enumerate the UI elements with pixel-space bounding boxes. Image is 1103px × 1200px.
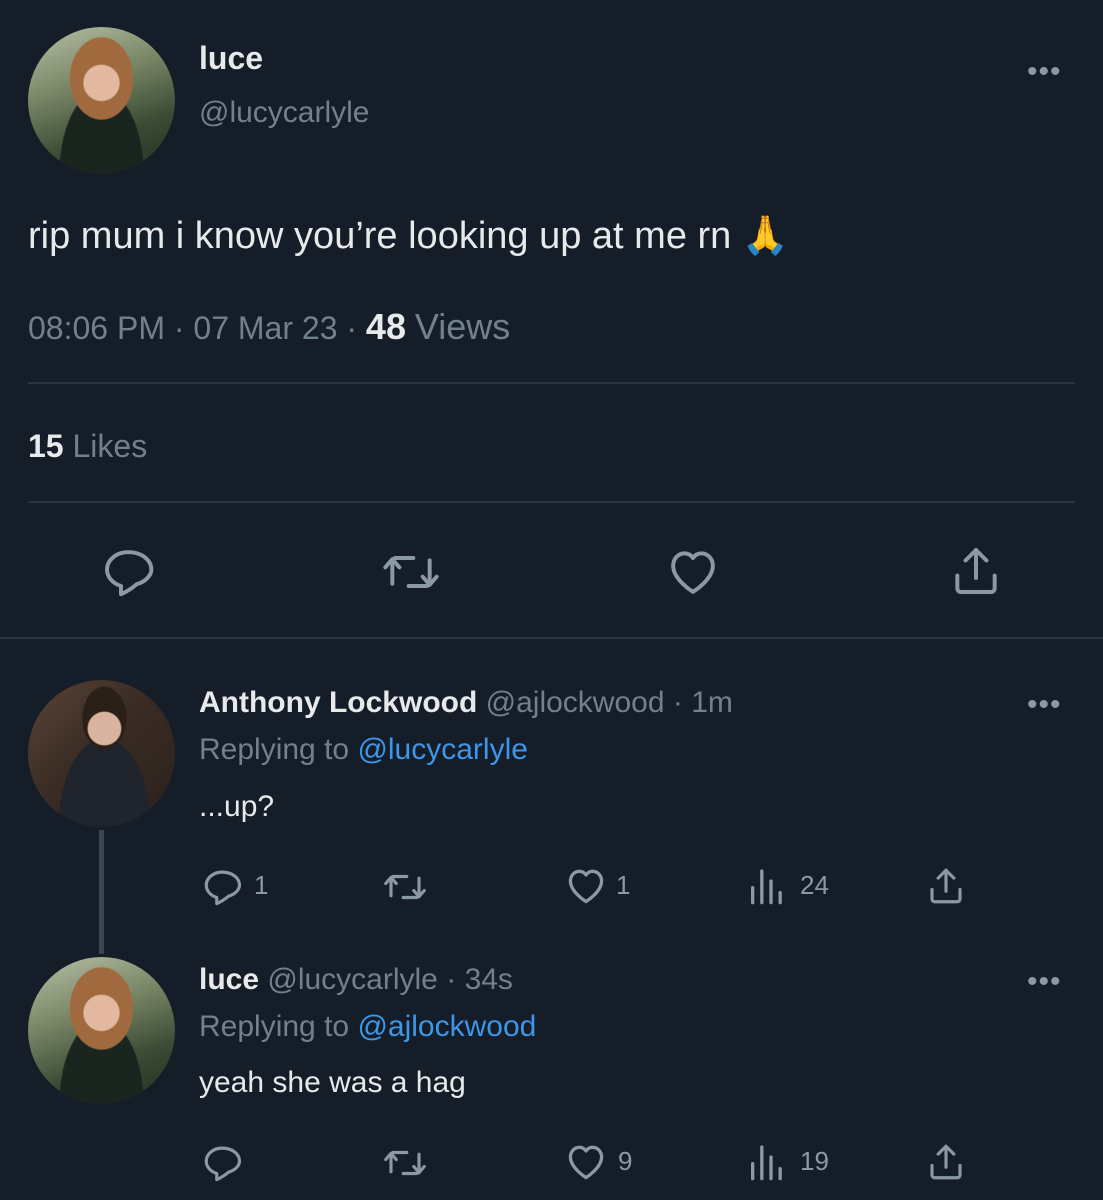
more-options-button[interactable]: ••• [1027, 690, 1062, 720]
more-options-button[interactable]: ••• [1027, 967, 1062, 997]
likes-label: Likes [72, 428, 148, 464]
author-avatar[interactable] [28, 27, 175, 174]
replying-to-label: Replying to [199, 1010, 350, 1043]
section-divider [0, 637, 1103, 639]
share-icon[interactable] [925, 1140, 967, 1184]
reply-icon[interactable] [201, 1142, 243, 1184]
pray-emoji: 🙏 [741, 215, 790, 257]
meta-separator: · [173, 310, 185, 346]
tweet-text-body: rip mum i know you’re looking up at me r… [28, 215, 732, 257]
tweet-time[interactable]: 08:06 PM [28, 310, 165, 346]
reply-count: 1 [254, 870, 269, 900]
reply-avatar[interactable] [28, 957, 175, 1104]
likes-count: 15 [28, 428, 64, 464]
reply-header: luce @lucycarlyle · 34s [199, 963, 513, 997]
reply-display-name[interactable]: Anthony Lockwood [199, 686, 477, 719]
thread-line [99, 830, 104, 954]
views-icon[interactable] [746, 1142, 786, 1182]
replying-to-label: Replying to [199, 733, 350, 766]
likes-stat[interactable]: 15 Likes [28, 428, 147, 465]
replying-to: Replying to @ajlockwood [199, 1010, 536, 1044]
reply-handle[interactable]: @lucycarlyle [267, 963, 438, 996]
replying-to-handle[interactable]: @ajlockwood [357, 1010, 536, 1043]
meta-separator: · [446, 963, 457, 996]
divider [28, 382, 1075, 384]
author-handle[interactable]: @lucycarlyle [199, 96, 370, 130]
divider [28, 501, 1075, 503]
meta-separator: · [672, 686, 683, 719]
replying-to: Replying to @lucycarlyle [199, 733, 528, 767]
views-label[interactable]: Views [415, 306, 510, 347]
views-count[interactable]: 48 [366, 306, 406, 347]
tweet-text: rip mum i know you’re looking up at me r… [28, 214, 789, 258]
share-icon[interactable] [925, 864, 967, 908]
reply-text: yeah she was a hag [199, 1066, 466, 1099]
share-icon[interactable] [948, 542, 1004, 600]
reply-display-name[interactable]: luce [199, 963, 259, 996]
more-options-button[interactable]: ••• [1027, 57, 1062, 87]
reply-avatar[interactable] [28, 680, 175, 827]
like-count: 9 [618, 1146, 633, 1176]
reply-text: ...up? [199, 790, 275, 823]
meta-separator: · [346, 310, 358, 346]
reply-icon[interactable] [100, 544, 156, 600]
reply-icon[interactable] [201, 866, 243, 908]
tweet-date[interactable]: 07 Mar 23 [193, 310, 337, 346]
retweet-icon[interactable] [381, 1142, 429, 1184]
reply-age[interactable]: 1m [691, 686, 733, 719]
view-count: 19 [800, 1146, 829, 1176]
view-count: 24 [800, 870, 829, 900]
retweet-icon[interactable] [380, 544, 442, 600]
heart-icon[interactable] [563, 1140, 609, 1184]
replying-to-handle[interactable]: @lucycarlyle [357, 733, 528, 766]
heart-icon[interactable] [563, 864, 609, 908]
tweet-meta: 08:06 PM · 07 Mar 23 · 48 Views [28, 306, 510, 348]
views-icon[interactable] [746, 866, 786, 906]
reply-handle[interactable]: @ajlockwood [486, 686, 665, 719]
heart-icon[interactable] [664, 544, 722, 600]
author-display-name[interactable]: luce [199, 40, 263, 77]
reply-header: Anthony Lockwood @ajlockwood · 1m [199, 686, 733, 720]
reply-age[interactable]: 34s [465, 963, 513, 996]
retweet-icon[interactable] [381, 866, 429, 908]
like-count: 1 [616, 870, 631, 900]
